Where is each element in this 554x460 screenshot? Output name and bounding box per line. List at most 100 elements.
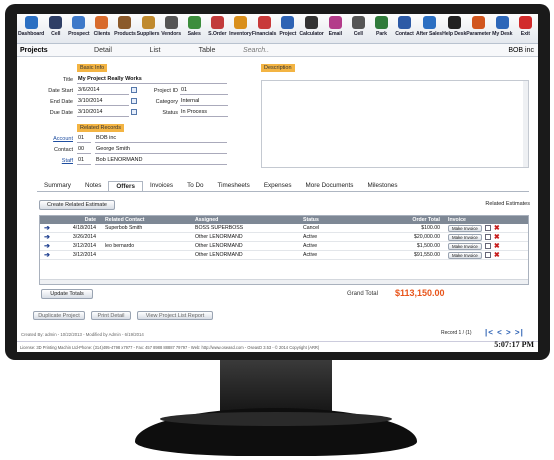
title-field[interactable]: My Project Really Works <box>77 76 227 84</box>
toolbar-email-button[interactable]: Email <box>324 14 347 43</box>
toolbar-label: Clients <box>93 31 111 37</box>
calendar-icon[interactable] <box>131 98 137 104</box>
list-view-link[interactable]: List <box>129 47 181 54</box>
category-field[interactable]: Internal <box>180 98 228 106</box>
open-arrow-icon[interactable]: ➔ <box>40 242 54 250</box>
toolbar-calculator-button[interactable]: Calculator <box>299 14 324 43</box>
tools-icon <box>422 16 436 29</box>
column-header: Invoice <box>448 217 466 223</box>
due-date-field[interactable]: 3/10/2014 <box>77 109 129 117</box>
toolbar-cell-button[interactable]: Cell <box>347 14 370 43</box>
make-invoice-button[interactable]: Make Invoice <box>448 233 482 241</box>
tab-offers[interactable]: Offers <box>108 181 143 191</box>
toolbar-vendors-button[interactable]: Vendors <box>160 14 183 43</box>
select-checkbox[interactable] <box>484 234 491 240</box>
estimates-table: Date Related Contact Assigned Status Order T… <box>39 215 529 285</box>
toolbar-label: Cell <box>353 31 363 37</box>
tab-timesheets[interactable]: Timesheets <box>211 181 257 191</box>
table-view-link[interactable]: Table <box>181 47 233 54</box>
tab-summary[interactable]: Summary <box>37 181 78 191</box>
toolbar-prospect-button[interactable]: Prospect <box>67 14 90 43</box>
staff-name[interactable]: Bob LENORMAND <box>95 157 227 165</box>
view-project-list-report-button[interactable]: View Project List Report <box>137 311 213 320</box>
delete-icon[interactable]: ✖ <box>494 251 500 259</box>
toolbar-label: Sales <box>187 31 201 37</box>
toolbar-label: Exit <box>520 31 530 37</box>
update-totals-button[interactable]: Update Totals <box>41 289 93 299</box>
account-code[interactable]: 01 <box>77 135 91 143</box>
open-arrow-icon[interactable]: ➔ <box>40 224 54 232</box>
toolbar-suppliers-button[interactable]: Suppliers <box>137 14 160 43</box>
make-invoice-button[interactable]: Make Invoice <box>448 224 482 232</box>
detail-view-link[interactable]: Detail <box>77 47 129 54</box>
project-id-field[interactable]: 01 <box>180 87 228 95</box>
toolbar-label: Financials <box>251 31 277 37</box>
contact-code[interactable]: 00 <box>77 146 91 154</box>
select-checkbox[interactable] <box>484 243 491 249</box>
description-field[interactable] <box>261 80 529 168</box>
toolbar-exit-button[interactable]: Exit <box>514 14 537 43</box>
account-name[interactable]: BOB inc <box>95 135 227 143</box>
description-scrollbar[interactable] <box>523 81 528 167</box>
toolbar-dashboard-button[interactable]: Dashboard <box>18 14 44 43</box>
create-related-estimate-button[interactable]: Create Related Estimate <box>39 200 115 210</box>
tab-more-documents[interactable]: More Documents <box>298 181 360 191</box>
record-nav-arrows[interactable]: |< < > >| <box>485 328 524 337</box>
make-invoice-button[interactable]: Make Invoice <box>448 242 482 250</box>
toolbar-products-button[interactable]: Products <box>113 14 136 43</box>
table-row[interactable]: ➔ 3/26/2014 Other LENORMAND Active $20,000.0… <box>40 233 528 242</box>
open-arrow-icon[interactable]: ➔ <box>40 251 54 259</box>
toolbar-contact-button[interactable]: Contact <box>393 14 416 43</box>
people-icon <box>95 16 109 29</box>
toolbar-park-button[interactable]: Park <box>370 14 393 43</box>
related-records-header: Related Records <box>77 124 124 132</box>
toolbar-after-sales-button[interactable]: After Sales <box>416 14 442 43</box>
open-arrow-icon[interactable]: ➔ <box>40 233 54 241</box>
date-start-label: Date Start <box>48 88 73 94</box>
toolbar-help-desk-button[interactable]: Help Desk <box>442 14 466 43</box>
select-checkbox[interactable] <box>484 252 491 258</box>
print-detail-button[interactable]: Print Detail <box>91 311 131 320</box>
end-date-field[interactable]: 3/10/2014 <box>77 98 129 106</box>
wrench-icon <box>471 16 485 29</box>
horizontal-scrollbar[interactable] <box>40 279 528 284</box>
staff-code[interactable]: 01 <box>77 157 91 165</box>
cell-assigned: Other LENORMAND <box>195 243 243 249</box>
delete-icon[interactable]: ✖ <box>494 233 500 241</box>
delete-icon[interactable]: ✖ <box>494 242 500 250</box>
contact-name[interactable]: George Smith <box>95 146 227 154</box>
calendar-icon[interactable] <box>131 87 137 93</box>
delete-icon[interactable]: ✖ <box>494 224 500 232</box>
duplicate-project-button[interactable]: Duplicate Project <box>33 311 85 320</box>
table-body: ➔ 4/18/2014 Superbob Smith BOSS SUPERBOSS Ca… <box>40 224 528 260</box>
toolbar-inventory-button[interactable]: Inventory <box>229 14 252 43</box>
vendor-icon <box>164 16 178 29</box>
toolbar-sales-button[interactable]: Sales <box>183 14 206 43</box>
account-link[interactable]: Account <box>31 136 73 142</box>
toolbar-project-button[interactable]: Project <box>276 14 299 43</box>
toolbar-cell-button[interactable]: Cell <box>44 14 67 43</box>
cellphone-icon <box>351 16 365 29</box>
table-row[interactable]: ➔ 3/12/2014 Other LENORMAND Active $91,550.0… <box>40 251 528 260</box>
make-invoice-button[interactable]: Make Invoice <box>448 251 482 259</box>
tab-milestones[interactable]: Milestones <box>360 181 404 191</box>
tab-notes[interactable]: Notes <box>78 181 108 191</box>
calendar-icon[interactable] <box>131 109 137 115</box>
inventory-icon <box>233 16 247 29</box>
status-field[interactable]: In Process <box>180 109 228 117</box>
tab-invoices[interactable]: Invoices <box>143 181 180 191</box>
toolbar-my-desk-button[interactable]: My Desk <box>491 14 514 43</box>
tab-expenses[interactable]: Expenses <box>257 181 299 191</box>
toolbar-financials-button[interactable]: Financials <box>252 14 276 43</box>
staff-link[interactable]: Staff <box>31 158 73 164</box>
toolbar-s-order-button[interactable]: S.Order <box>206 14 229 43</box>
select-checkbox[interactable] <box>484 225 491 231</box>
toolbar-clients-button[interactable]: Clients <box>90 14 113 43</box>
table-row[interactable]: ➔ 4/18/2014 Superbob Smith BOSS SUPERBOSS Ca… <box>40 224 528 233</box>
toolbar-parameter-button[interactable]: Parameter <box>466 14 491 43</box>
search-input[interactable]: Search.. <box>233 47 423 54</box>
helpdesk-icon <box>447 16 461 29</box>
date-start-field[interactable]: 3/6/2014 <box>77 87 129 95</box>
tab-to-do[interactable]: To Do <box>180 181 210 191</box>
table-row[interactable]: ➔ 3/12/2014 leo bernardo Other LENORMAND Act… <box>40 242 528 251</box>
